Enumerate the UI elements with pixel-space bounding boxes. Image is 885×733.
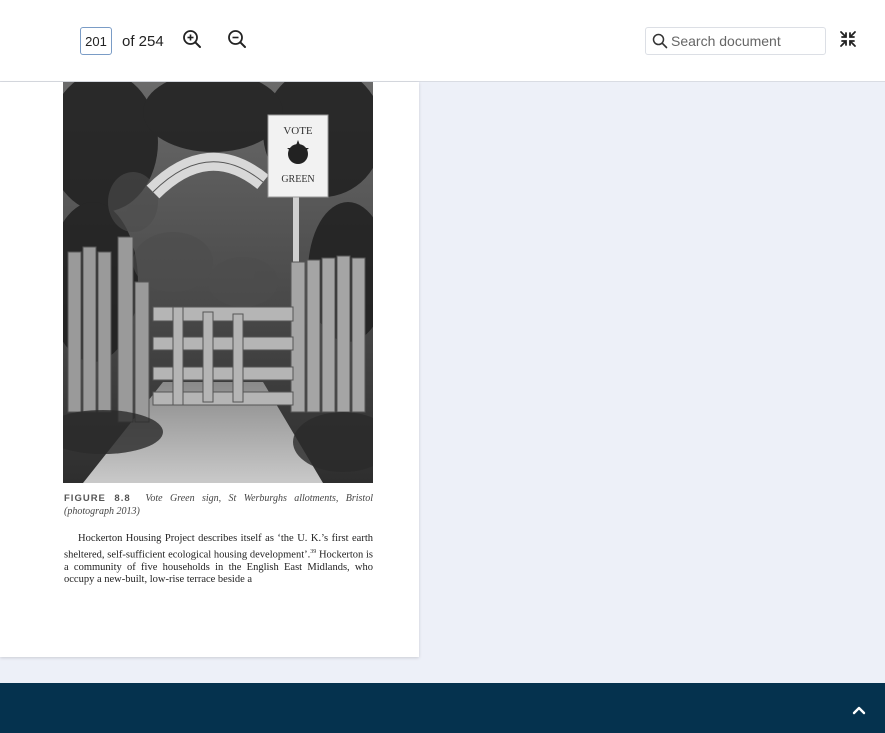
footer-bar — [0, 683, 885, 733]
zoom-out-button[interactable] — [226, 28, 248, 50]
collapse-icon — [840, 31, 856, 47]
search-icon — [652, 33, 668, 49]
scroll-top-button[interactable] — [851, 703, 867, 715]
page-total-label: of 254 — [122, 33, 164, 50]
body-paragraph: Hockerton Housing Project describes itse… — [64, 533, 373, 587]
zoom-in-button[interactable] — [181, 28, 203, 50]
document-page: VOTE GREEN FIGURE 8.8 Vote Green sign, S… — [0, 82, 419, 657]
collapse-button[interactable] — [838, 29, 858, 49]
figure-caption: FIGURE 8.8 Vote Green sign, St Werburghs… — [64, 492, 373, 518]
figure-label: FIGURE 8.8 — [64, 493, 131, 504]
page-number-input[interactable] — [80, 27, 112, 55]
search-input[interactable] — [671, 33, 821, 49]
sign-green-text: GREEN — [281, 174, 314, 185]
search-box — [645, 27, 826, 55]
zoom-in-icon — [183, 30, 201, 48]
figure-photo: VOTE GREEN — [63, 82, 373, 483]
viewer-toolbar: of 254 — [0, 0, 885, 82]
zoom-out-icon — [228, 30, 246, 48]
sign-vote-text: VOTE — [283, 125, 313, 137]
chevron-up-icon — [852, 706, 866, 715]
